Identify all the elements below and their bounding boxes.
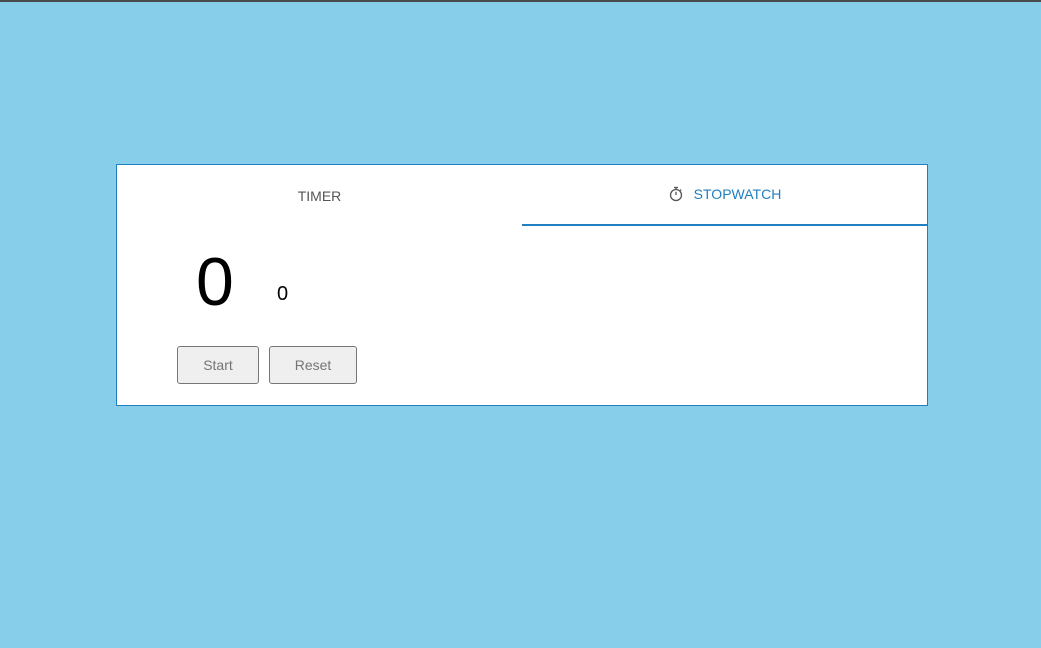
stopwatch-display: 0 0 [117,226,522,346]
tab-timer-label: TIMER [297,187,342,204]
tab-stopwatch-label: STOPWATCH [693,185,782,202]
stopwatch-icon [669,186,682,201]
tab-bar: TIMER STOPWATCH [117,165,927,226]
elapsed-sub-value: 0 [277,283,289,305]
tab-stopwatch[interactable]: STOPWATCH [522,165,927,226]
elapsed-main-value: 0 [196,244,234,320]
stopwatch-card: TIMER STOPWATCH 0 0 Start Reset [116,164,928,406]
window-top-edge [0,0,1041,2]
start-button[interactable]: Start [177,346,259,384]
tab-timer[interactable]: TIMER [117,165,522,226]
tab-stopwatch-content: STOPWATCH [668,185,782,202]
reset-button[interactable]: Reset [269,346,357,384]
